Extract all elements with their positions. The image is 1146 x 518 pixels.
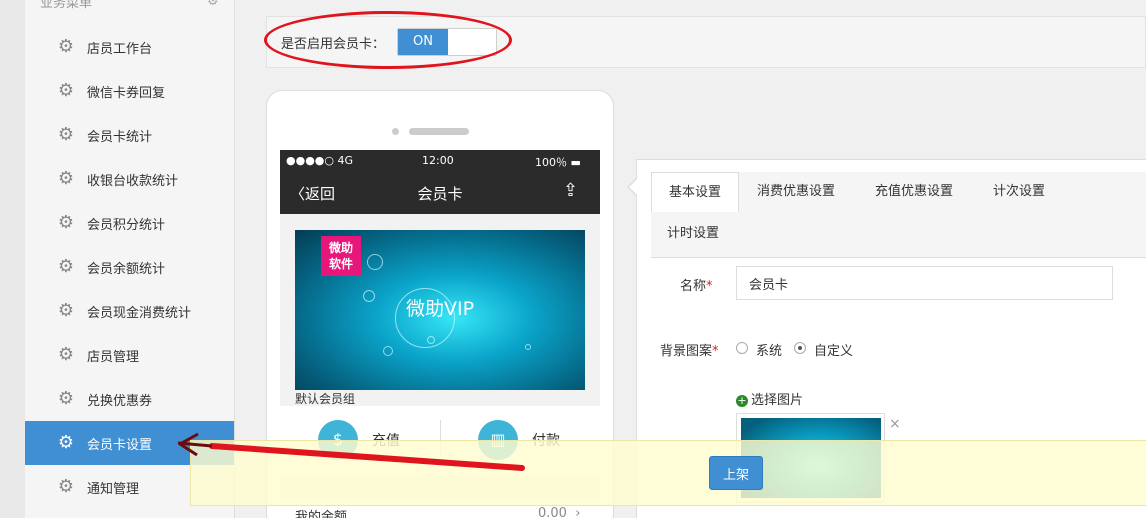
bubble-decoration xyxy=(383,346,393,356)
radio-custom[interactable] xyxy=(794,342,806,354)
action-bar xyxy=(190,440,1146,506)
balance-value: 0.00 › xyxy=(538,506,580,518)
gear-icon: ⚙ xyxy=(57,36,75,57)
gear-icon: ⚙ xyxy=(57,388,75,409)
gear-icon: ⚙ xyxy=(57,256,75,277)
sidebar-edge xyxy=(0,0,25,518)
sidebar-item-redeem-coupon[interactable]: ⚙ 兑换优惠券 xyxy=(25,377,234,421)
gear-icon: ⚙ xyxy=(57,344,75,365)
radio-system[interactable] xyxy=(736,342,748,354)
gear-icon: ⚙ xyxy=(57,476,75,497)
phone-nav-title: 会员卡 xyxy=(417,185,463,203)
bubble-decoration xyxy=(427,336,435,344)
sidebar-item-member-card-stats[interactable]: ⚙ 会员卡统计 xyxy=(25,113,234,157)
radio-custom-label: 自定义 xyxy=(814,344,854,359)
remove-image-icon[interactable]: × xyxy=(889,416,901,432)
sidebar-title: 业务菜单 xyxy=(40,0,93,11)
battery-indicator: 100％ ▬ xyxy=(535,156,581,169)
sidebar-item-label: 会员卡统计 xyxy=(87,129,153,145)
sidebar-item-staff-workbench[interactable]: ⚙ 店员工作台 xyxy=(25,25,234,69)
sidebar-item-label: 收银台收款统计 xyxy=(87,173,179,189)
card-title: 微助VIP xyxy=(405,298,475,320)
panel-pointer-inner xyxy=(629,179,637,195)
gear-icon: ⚙ xyxy=(57,300,75,321)
sidebar-item-balance-stats[interactable]: ⚙ 会员余额统计 xyxy=(25,245,234,289)
select-image-button[interactable]: + 选择图片 xyxy=(736,389,803,408)
sidebar-item-points-stats[interactable]: ⚙ 会员积分统计 xyxy=(25,201,234,245)
signal-indicator: ●●●●○ 4G xyxy=(286,154,354,167)
phone-speaker xyxy=(409,128,469,135)
status-time: 12:00 xyxy=(422,154,454,167)
sidebar-item-label: 店员管理 xyxy=(87,349,140,365)
gear-icon: ⚙ xyxy=(57,168,75,189)
tab-count-settings[interactable]: 计次设置 xyxy=(993,172,1045,212)
sidebar-item-cash-consumption-stats[interactable]: ⚙ 会员现金消费统计 xyxy=(25,289,234,333)
sidebar-item-label: 会员卡设置 xyxy=(87,437,153,453)
bubble-decoration xyxy=(367,254,383,270)
sidebar-item-label: 微信卡券回复 xyxy=(87,85,166,101)
tab-basic-settings[interactable]: 基本设置 xyxy=(651,172,739,212)
radio-system-label: 系统 xyxy=(756,344,783,359)
member-group-name: 默认会员组 xyxy=(295,392,356,406)
sidebar-settings-icon[interactable]: ⚙ xyxy=(207,0,219,9)
name-input[interactable] xyxy=(736,266,1113,300)
bubble-decoration xyxy=(525,344,531,350)
sidebar-item-staff-management[interactable]: ⚙ 店员管理 xyxy=(25,333,234,377)
sidebar-item-label: 会员余额统计 xyxy=(87,261,166,277)
sidebar-item-label: 会员积分统计 xyxy=(87,217,166,233)
brand-logo: 微助 软件 xyxy=(321,236,361,276)
gear-icon: ⚙ xyxy=(57,212,75,233)
sidebar-item-label: 通知管理 xyxy=(87,481,140,497)
sidebar-item-wechat-coupon-reply[interactable]: ⚙ 微信卡券回复 xyxy=(25,69,234,113)
tab-timing-settings[interactable]: 计时设置 xyxy=(667,214,719,254)
balance-label: 我的余额 xyxy=(295,510,348,518)
chevron-right-icon: › xyxy=(575,506,581,518)
gear-icon: ⚙ xyxy=(57,124,75,145)
sidebar-item-label: 店员工作台 xyxy=(87,41,153,57)
phone-nav-bar: 〈返回 会员卡 ⇪ xyxy=(280,172,600,214)
share-icon[interactable]: ⇪ xyxy=(563,180,578,201)
publish-button[interactable]: 上架 xyxy=(709,456,763,490)
tab-recharge-discount[interactable]: 充值优惠设置 xyxy=(875,172,953,212)
gear-icon: ⚙ xyxy=(57,432,75,453)
plus-circle-icon: + xyxy=(736,394,748,407)
member-card-preview: 微助 软件 微助VIP xyxy=(295,230,585,390)
background-field-label: 背景图案* xyxy=(660,344,719,359)
phone-camera xyxy=(392,128,399,135)
sidebar-item-cashier-stats[interactable]: ⚙ 收银台收款统计 xyxy=(25,157,234,201)
status-bar: ●●●●○ 4G 12:00 100％ ▬ xyxy=(280,150,600,172)
name-field-label: 名称* xyxy=(680,279,713,294)
gear-icon: ⚙ xyxy=(57,80,75,101)
sidebar-item-label: 会员现金消费统计 xyxy=(87,305,192,321)
sidebar-item-label: 兑换优惠券 xyxy=(87,393,153,409)
annotation-ellipse xyxy=(264,11,512,69)
tab-consumption-discount[interactable]: 消费优惠设置 xyxy=(757,172,835,212)
